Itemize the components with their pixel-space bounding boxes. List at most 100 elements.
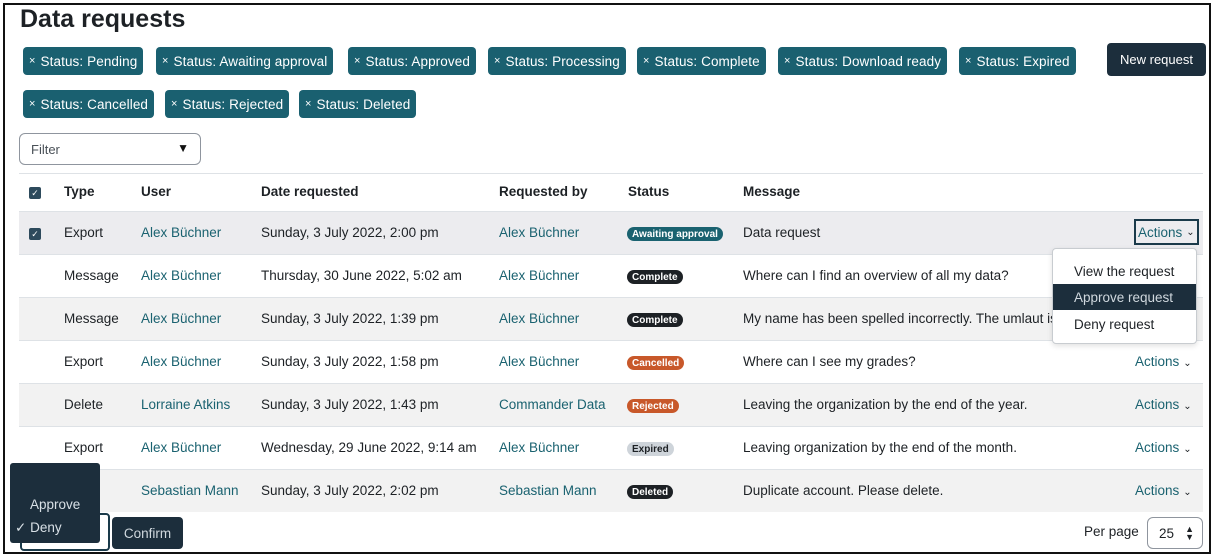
header-message[interactable]: Message [743,184,800,199]
actions-button[interactable]: Actions ⌄ [1134,219,1199,245]
row-message: Where can I see my grades? [743,354,916,369]
remove-icon[interactable]: × [305,98,312,110]
status-badge: Deleted [627,485,674,499]
row-requested-by-link[interactable]: Commander Data [499,397,606,412]
remove-icon[interactable]: × [171,98,178,110]
row-message: Data request [743,225,821,240]
filter-chip-expired[interactable]: × Status: Expired [959,47,1076,75]
filter-chip-download-ready[interactable]: × Status: Download ready [778,47,948,75]
row-user-link[interactable]: Alex Büchner [141,440,221,455]
filter-chip-label: Status: Processing [505,53,620,69]
page-title: Data requests [20,5,186,33]
row-user-link[interactable]: Alex Büchner [141,311,221,326]
filter-chip-cancelled[interactable]: × Status: Cancelled [23,90,155,118]
remove-icon[interactable]: × [784,55,791,67]
remove-icon[interactable]: × [162,55,169,67]
row-checkbox[interactable]: ✓ [29,228,41,240]
row-date: Sunday, 3 July 2022, 1:58 pm [261,354,439,369]
bulk-option-deny[interactable]: ✓ Deny [15,520,62,536]
row-message: Leaving the organization by the end of t… [743,397,1028,412]
actions-button[interactable]: Actions ⌄ [1135,397,1192,412]
filter-chip-label: Status: Expired [976,53,1070,69]
filter-chip-rejected[interactable]: × Status: Rejected [165,90,290,118]
bulk-option-approve[interactable]: Approve [30,497,80,512]
row-message: Where can I find an overview of all my d… [743,268,1009,283]
table-row: Message Alex Büchner Sunday, 3 July 2022… [19,297,1203,340]
row-user-link[interactable]: Alex Büchner [141,268,221,283]
header-type[interactable]: Type [64,184,95,199]
confirm-button[interactable]: Confirm [112,517,183,549]
page-frame: Data requests × Status: Pending × Status: … [3,3,1211,554]
filter-chip-label: Status: Rejected [182,96,284,112]
status-badge: Cancelled [627,356,685,370]
header-requested-by[interactable]: Requested by [499,184,588,199]
actions-button[interactable]: Actions ⌄ [1135,483,1192,498]
header-date-requested[interactable]: Date requested [261,184,359,199]
row-user-link[interactable]: Alex Büchner [141,354,221,369]
row-date: Sunday, 3 July 2022, 1:39 pm [261,311,439,326]
row-message: Leaving organization by the end of the m… [743,440,1017,455]
table-row: Sebastian Mann Sunday, 3 July 2022, 2:02… [19,469,1203,512]
chevron-down-icon: ⌄ [1183,444,1192,455]
per-page-select[interactable]: 25 ▲ ▼ [1147,517,1203,549]
menu-item-deny-request[interactable]: Deny request [1053,311,1196,337]
select-all-checkbox[interactable]: ✓ [29,187,41,199]
row-type: Export [64,225,104,240]
per-page-label: Per page [1084,524,1139,539]
actions-button[interactable]: Actions ⌄ [1135,440,1192,455]
filter-chip-label: Status: Pending [40,53,138,69]
filter-chip-processing[interactable]: × Status: Processing [488,47,626,75]
row-user-link[interactable]: Alex Büchner [141,225,221,240]
filter-chip-pending[interactable]: × Status: Pending [23,47,144,75]
row-user-link[interactable]: Lorraine Atkins [141,397,230,412]
menu-item-view-request[interactable]: View the request [1053,258,1196,284]
row-type: Delete [64,397,104,412]
new-request-button[interactable]: New request [1107,43,1206,76]
remove-icon[interactable]: × [965,55,972,67]
remove-icon[interactable]: × [29,55,36,67]
header-status[interactable]: Status [628,184,669,199]
row-requested-by-link[interactable]: Alex Büchner [499,268,579,283]
filter-chip-approved[interactable]: × Status: Approved [348,47,476,75]
actions-label: Actions [1135,354,1180,369]
chevron-down-icon: ⌄ [1183,401,1192,412]
filter-chip-label: Status: Awaiting approval [173,53,328,69]
row-user-link[interactable]: Sebastian Mann [141,483,239,498]
remove-icon[interactable]: × [354,55,361,67]
filter-select[interactable]: Filter ▼ [19,133,201,165]
row-requested-by-link[interactable]: Alex Büchner [499,440,579,455]
row-date: Sunday, 3 July 2022, 2:02 pm [261,483,439,498]
status-badge: Complete [627,313,683,327]
row-date: Sunday, 3 July 2022, 2:00 pm [261,225,439,240]
row-requested-by-link[interactable]: Alex Büchner [499,311,579,326]
actions-label: Actions [1135,397,1180,412]
filter-chip-awaiting-approval[interactable]: × Status: Awaiting approval [156,47,334,75]
status-badge: Expired [627,442,674,456]
menu-item-approve-request[interactable]: Approve request [1053,284,1196,310]
remove-icon[interactable]: × [29,98,36,110]
filter-chip-label: Status: Cancelled [40,96,149,112]
bulk-action-dropdown: Approve ✓ Deny [10,463,100,543]
per-page-value: 25 [1159,525,1175,541]
row-requested-by-link[interactable]: Alex Büchner [499,354,579,369]
filter-select-placeholder: Filter [31,141,60,157]
actions-button[interactable]: Actions ⌄ [1135,354,1192,369]
filter-chip-label: Status: Approved [365,53,470,69]
table-row: Message Alex Büchner Thursday, 30 June 2… [19,254,1203,297]
header-user[interactable]: User [141,184,171,199]
remove-icon[interactable]: × [494,55,501,67]
updown-icon: ▲ ▼ [1185,524,1194,542]
row-type: Message [64,311,119,326]
row-message: Duplicate account. Please delete. [743,483,944,498]
row-requested-by-link[interactable]: Alex Büchner [499,225,579,240]
status-badge: Rejected [627,399,679,413]
filter-chip-complete[interactable]: × Status: Complete [637,47,766,75]
filter-chip-deleted[interactable]: × Status: Deleted [299,90,417,118]
check-icon: ✓ [15,520,27,535]
bulk-option-label: Deny [30,520,62,535]
actions-label: Actions [1135,483,1180,498]
remove-icon[interactable]: × [643,55,650,67]
row-type: Export [64,440,104,455]
row-requested-by-link[interactable]: Sebastian Mann [499,483,597,498]
chevron-down-icon: ⌄ [1183,487,1192,498]
